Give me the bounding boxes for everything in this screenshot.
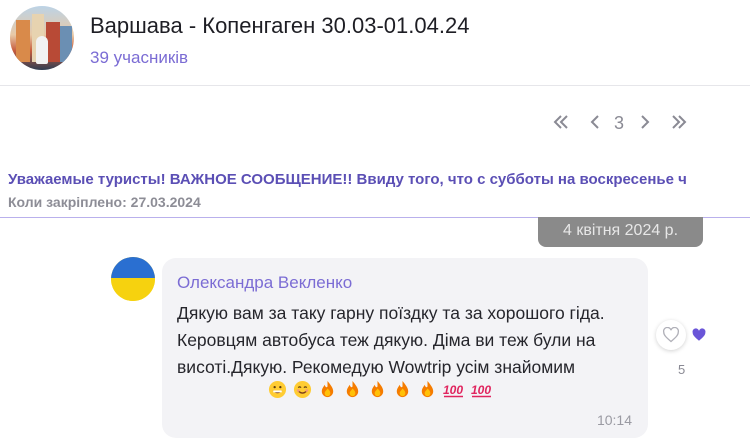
avatar[interactable]	[111, 257, 155, 301]
message-bubble[interactable]: Олександра Векленко Дякую вам за таку га…	[162, 258, 648, 438]
fire-icon	[343, 380, 362, 399]
chevron-left-icon[interactable]	[588, 112, 602, 132]
double-chevron-left-icon[interactable]	[551, 112, 571, 132]
sender-name[interactable]: Олександра Векленко	[177, 273, 352, 293]
current-page: 3	[614, 113, 625, 133]
reactions-count: 5	[678, 362, 686, 377]
pinned-date: Коли закріплено: 27.03.2024	[8, 194, 201, 210]
fire-icon	[368, 380, 387, 399]
smiling-face-icon	[293, 380, 312, 399]
heart-filled-icon[interactable]	[688, 324, 710, 346]
heart-outline-icon[interactable]	[656, 320, 686, 350]
fire-icon	[418, 380, 437, 399]
pinned-message[interactable]: Уважаемые туристы! ВАЖНОЕ СООБЩЕНИЕ!! Вв…	[0, 160, 750, 218]
message-time: 10:14	[596, 412, 632, 428]
fire-icon	[393, 380, 412, 399]
svg-text:100: 100	[443, 383, 463, 397]
double-chevron-right-icon[interactable]	[669, 112, 689, 132]
hundred-points-icon: 100	[443, 380, 465, 399]
message-emojis: 100 100	[268, 380, 493, 399]
date-separator: 4 квітня 2024 р.	[538, 217, 703, 247]
pinned-message-text: Уважаемые туристы! ВАЖНОЕ СООБЩЕНИЕ!! Вв…	[8, 171, 687, 188]
chat-header: Варшава - Копенгаген 30.03-01.04.24 39 у…	[0, 0, 750, 86]
chevron-right-icon[interactable]	[638, 112, 652, 132]
fire-icon	[318, 380, 337, 399]
members-count[interactable]: 39 учасників	[90, 48, 188, 68]
group-avatar[interactable]	[10, 6, 74, 70]
grinning-face-icon	[268, 380, 287, 399]
hundred-points-icon: 100	[471, 380, 493, 399]
chat-title: Варшава - Копенгаген 30.03-01.04.24	[90, 13, 470, 38]
message-text: Дякую вам за таку гарну поїздку та за хо…	[177, 303, 605, 377]
svg-text:100: 100	[471, 383, 491, 397]
